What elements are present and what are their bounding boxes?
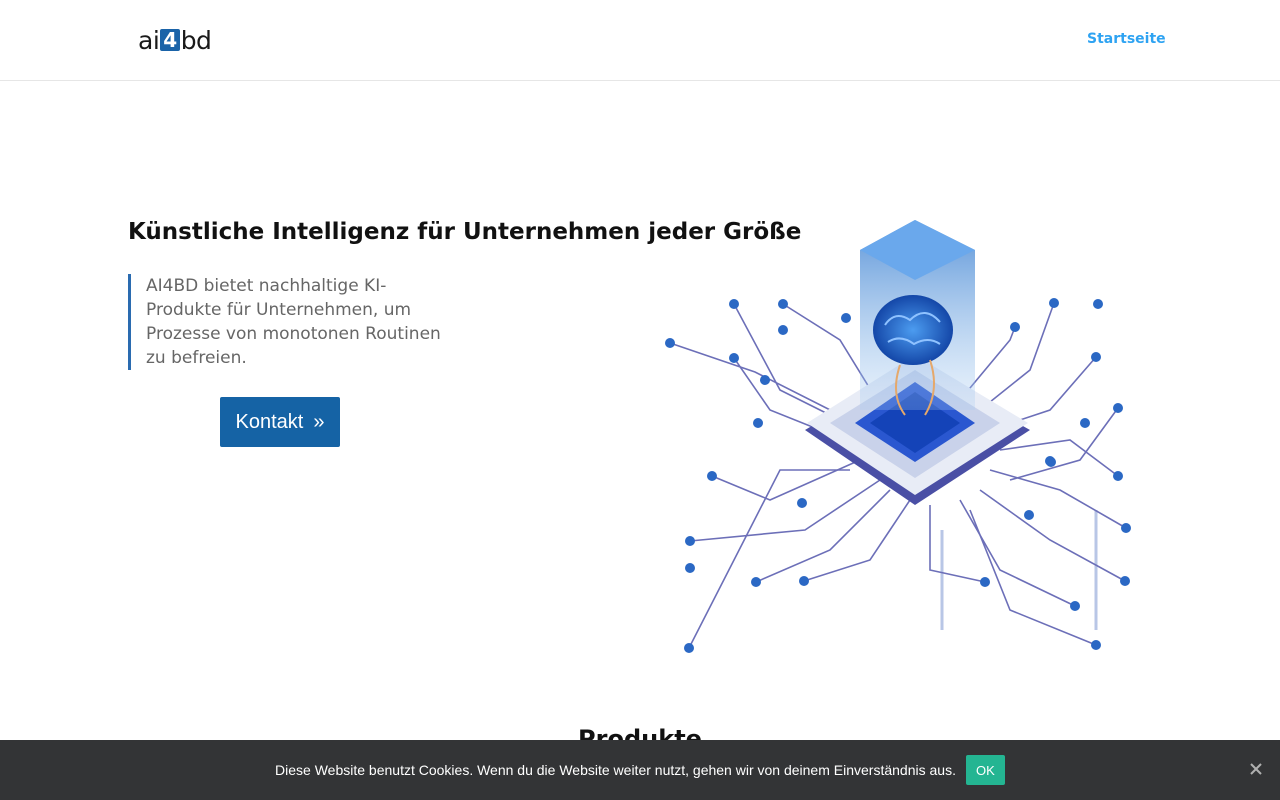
kontakt-button[interactable]: Kontakt » [220, 397, 340, 447]
double-chevron-right-icon: » [313, 410, 325, 433]
cookie-banner: Diese Website benutzt Cookies. Wenn du d… [0, 740, 1280, 800]
kontakt-button-label: Kontakt [235, 410, 304, 433]
hero-description: AI4BD bietet nachhaltige KI-Produkte für… [128, 274, 448, 370]
site-header: ai 4 bd Startseite [0, 0, 1280, 81]
cookie-accept-button[interactable]: OK [965, 755, 1005, 785]
cookie-message: Diese Website benutzt Cookies. Wenn du d… [275, 762, 956, 778]
ai-brain-chip-illustration [665, 115, 1131, 653]
close-icon[interactable] [1248, 761, 1264, 777]
logo-text-4: 4 [160, 29, 180, 51]
nav-link-startseite[interactable]: Startseite [1087, 31, 1166, 47]
logo-text-ai: ai [138, 25, 160, 55]
site-logo[interactable]: ai 4 bd [138, 25, 212, 55]
logo-text-bd: bd [180, 25, 212, 55]
